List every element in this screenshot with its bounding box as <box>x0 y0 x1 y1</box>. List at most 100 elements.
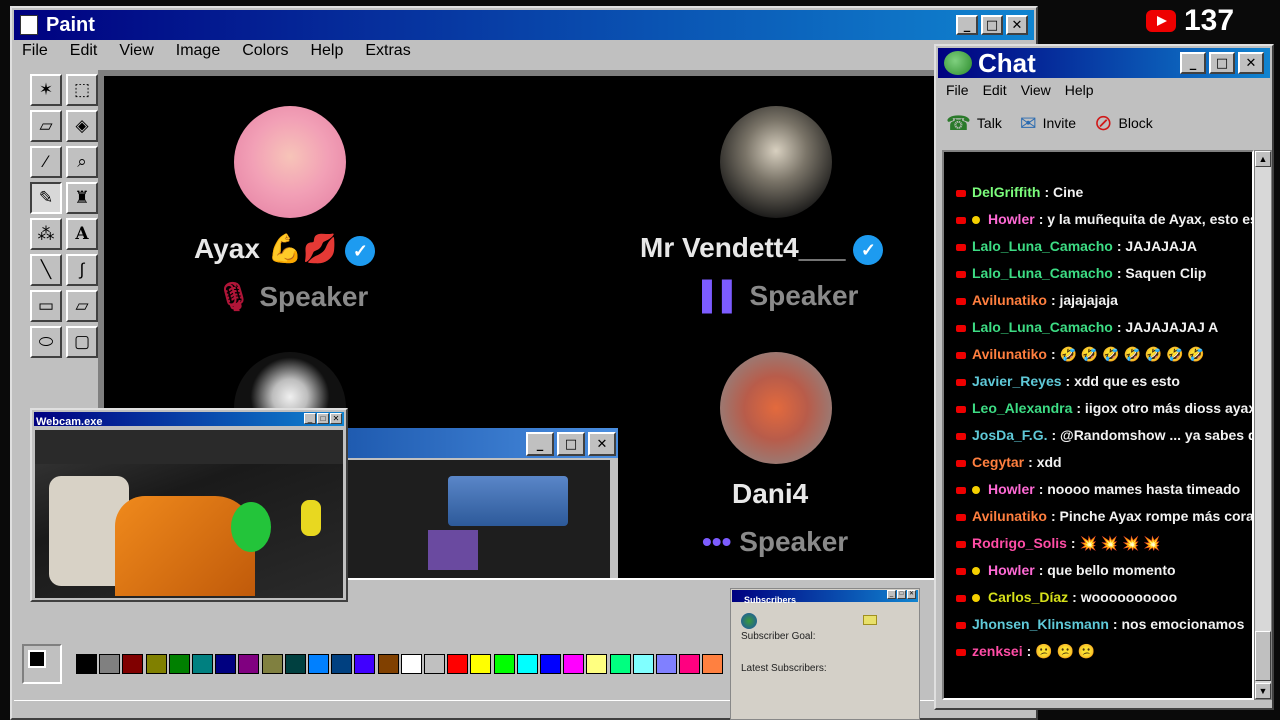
maximize-button[interactable]: □ <box>897 590 906 599</box>
palette-swatch[interactable] <box>563 654 585 674</box>
close-button[interactable]: ✕ <box>1006 15 1028 35</box>
scroll-thumb[interactable] <box>1255 631 1271 681</box>
rounded-rect-icon[interactable]: ▢ <box>66 326 98 358</box>
menu-edit[interactable]: Edit <box>68 42 100 64</box>
rect-select-icon[interactable]: ⬚ <box>66 74 98 106</box>
fill-bucket-icon[interactable]: ◈ <box>66 110 98 142</box>
maximize-button[interactable]: □ <box>981 15 1003 35</box>
chat-username[interactable]: Rodrigo_Solis <box>972 535 1067 551</box>
palette-swatch[interactable] <box>76 654 97 674</box>
magnifier-icon[interactable]: ⌕ <box>66 146 98 178</box>
palette-swatch[interactable] <box>168 654 190 674</box>
menu-colors[interactable]: Colors <box>240 42 290 64</box>
palette-swatch[interactable] <box>424 654 445 674</box>
close-button[interactable]: ✕ <box>907 590 916 599</box>
palette-swatch[interactable] <box>261 654 283 674</box>
chat-username[interactable]: Javier_Reyes <box>972 373 1062 389</box>
polygon-icon[interactable]: ▱ <box>66 290 98 322</box>
chat-username[interactable]: Howler <box>988 562 1035 578</box>
ellipse-icon[interactable]: ⬭ <box>30 326 62 358</box>
menu-file[interactable]: File <box>946 82 969 98</box>
chat-username[interactable]: Carlos_Díaz <box>988 589 1068 605</box>
palette-swatch[interactable] <box>470 654 492 674</box>
embedded-window-titlebar[interactable]: _ □ ✕ <box>348 428 618 458</box>
close-button[interactable]: ✕ <box>1238 52 1264 74</box>
palette-swatch[interactable] <box>284 654 306 674</box>
palette-swatch[interactable] <box>400 654 422 674</box>
palette-swatch[interactable] <box>540 654 561 674</box>
maximize-button[interactable]: □ <box>557 432 585 456</box>
subscribers-titlebar[interactable]: Subscribers _ □ ✕ <box>732 590 918 605</box>
chat-username[interactable]: Lalo_Luna_Camacho <box>972 238 1113 254</box>
palette-swatch[interactable] <box>679 654 701 674</box>
chat-messages[interactable]: DelGriffith: Cine Howler: y la muñequita … <box>942 150 1254 700</box>
talk-button[interactable]: ☎ Talk <box>946 111 1002 136</box>
maximize-button[interactable]: □ <box>1209 52 1235 74</box>
block-button[interactable]: ⊘ Block <box>1094 110 1153 136</box>
chat-username[interactable]: Howler <box>988 211 1035 227</box>
close-button[interactable]: ✕ <box>330 413 342 424</box>
foreground-color[interactable] <box>28 650 46 668</box>
chat-username[interactable]: Avilunatiko <box>972 346 1047 362</box>
minimize-button[interactable]: _ <box>956 15 978 35</box>
line-icon[interactable]: ╲ <box>30 254 62 286</box>
minimize-button[interactable]: _ <box>887 590 896 599</box>
palette-swatch[interactable] <box>331 654 353 674</box>
invite-button[interactable]: ✉ Invite <box>1020 111 1076 136</box>
chat-username[interactable]: Jhonsen_Klinsmann <box>972 616 1109 632</box>
eraser-icon[interactable]: ▱ <box>30 110 62 142</box>
chat-username[interactable]: Cegytar <box>972 454 1024 470</box>
minimize-button[interactable]: _ <box>304 413 316 424</box>
palette-swatch[interactable] <box>377 654 399 674</box>
curve-icon[interactable]: ∫ <box>66 254 98 286</box>
palette-swatch[interactable] <box>145 654 167 674</box>
chat-username[interactable]: Avilunatiko <box>972 292 1047 308</box>
free-select-icon[interactable]: ✶ <box>30 74 62 106</box>
chat-username[interactable]: Leo_Alexandra <box>972 400 1072 416</box>
palette-swatch[interactable] <box>192 654 213 674</box>
menu-help[interactable]: Help <box>308 42 345 64</box>
minimize-button[interactable]: _ <box>1180 52 1206 74</box>
palette-swatch[interactable] <box>354 654 376 674</box>
text-icon[interactable]: A <box>66 218 98 250</box>
palette-swatch[interactable] <box>308 654 329 674</box>
palette-swatch[interactable] <box>656 654 677 674</box>
palette-swatch[interactable] <box>702 654 724 674</box>
menu-extras[interactable]: Extras <box>363 42 412 64</box>
chat-titlebar[interactable]: Chat _ □ ✕ <box>938 48 1270 78</box>
menu-file[interactable]: File <box>20 42 50 64</box>
chat-username[interactable]: zenksei <box>972 643 1023 659</box>
palette-swatch[interactable] <box>215 654 237 674</box>
palette-swatch[interactable] <box>447 654 469 674</box>
webcam-titlebar[interactable]: Webcam.exe _ □ ✕ <box>34 412 344 428</box>
brush-icon[interactable]: ♜ <box>66 182 98 214</box>
palette-swatch[interactable] <box>99 654 121 674</box>
chat-username[interactable]: DelGriffith <box>972 184 1040 200</box>
menu-edit[interactable]: Edit <box>983 82 1007 98</box>
menu-view[interactable]: View <box>1021 82 1051 98</box>
paint-titlebar[interactable]: Paint _ □ ✕ <box>14 10 1034 40</box>
rectangle-icon[interactable]: ▭ <box>30 290 62 322</box>
close-button[interactable]: ✕ <box>588 432 616 456</box>
palette-swatch[interactable] <box>122 654 144 674</box>
palette-swatch[interactable] <box>609 654 631 674</box>
color-picker-icon[interactable]: ⁄ <box>30 146 62 178</box>
chat-username[interactable]: Lalo_Luna_Camacho <box>972 265 1113 281</box>
palette-swatch[interactable] <box>632 654 654 674</box>
scroll-up-button[interactable]: ▲ <box>1255 151 1271 167</box>
minimize-button[interactable]: _ <box>526 432 554 456</box>
pencil-icon[interactable]: ✎ <box>30 182 62 214</box>
palette-swatch[interactable] <box>493 654 515 674</box>
chat-username[interactable]: Howler <box>988 481 1035 497</box>
current-colors[interactable] <box>22 644 62 684</box>
scroll-down-button[interactable]: ▼ <box>1255 683 1271 699</box>
palette-swatch[interactable] <box>516 654 538 674</box>
chat-username[interactable]: JosDa_F.G. <box>972 427 1047 443</box>
menu-view[interactable]: View <box>117 42 155 64</box>
menu-help[interactable]: Help <box>1065 82 1094 98</box>
maximize-button[interactable]: □ <box>317 413 329 424</box>
airbrush-icon[interactable]: ⁂ <box>30 218 62 250</box>
chat-username[interactable]: Lalo_Luna_Camacho <box>972 319 1113 335</box>
palette-swatch[interactable] <box>238 654 260 674</box>
chat-username[interactable]: Avilunatiko <box>972 508 1047 524</box>
